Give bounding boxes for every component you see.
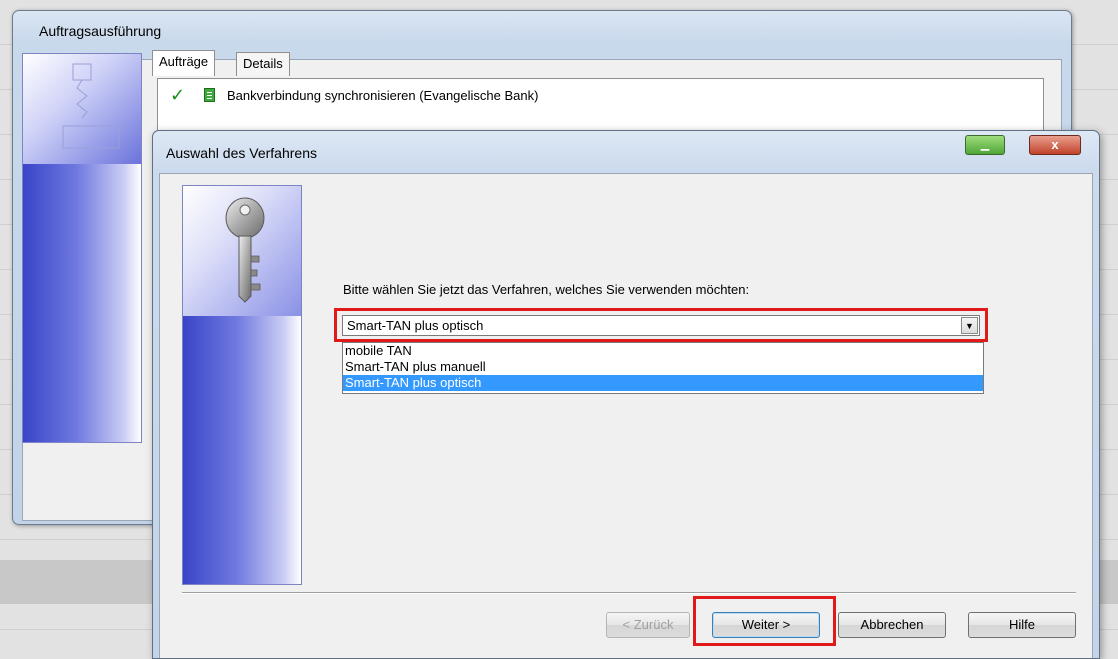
minimize-button[interactable]: ▁ xyxy=(965,135,1005,155)
option-smart-tan-manual[interactable]: Smart-TAN plus manuell xyxy=(343,359,983,375)
back-button[interactable]: < Zurück xyxy=(606,612,690,638)
cancel-button[interactable]: Abbrechen xyxy=(838,612,946,638)
key-icon xyxy=(225,197,265,303)
tab-details-label: Details xyxy=(243,56,283,71)
chevron-down-icon[interactable]: ▼ xyxy=(961,317,978,334)
list-item[interactable]: ✓ Bankverbindung synchronisieren (Evange… xyxy=(170,85,538,105)
combobox-value: Smart-TAN plus optisch xyxy=(347,318,484,333)
option-smart-tan-optical[interactable]: Smart-TAN plus optisch xyxy=(343,375,983,391)
dialog-art-top xyxy=(183,186,301,316)
dialog-side-image xyxy=(182,185,302,585)
help-button[interactable]: Hilfe xyxy=(968,612,1076,638)
tab-details[interactable]: Details xyxy=(236,52,290,76)
tab-orders[interactable]: Aufträge xyxy=(152,50,216,76)
dialog-title: Auswahl des Verfahrens xyxy=(166,145,317,161)
window-title: Auftragsausführung xyxy=(39,23,162,39)
check-icon: ✓ xyxy=(170,84,186,105)
option-mobile-tan[interactable]: mobile TAN xyxy=(343,343,983,359)
close-icon: x xyxy=(1051,137,1059,152)
procedure-dropdown-list: mobile TAN Smart-TAN plus manuell Smart-… xyxy=(342,342,984,394)
minimize-icon: ▁ xyxy=(980,139,990,151)
prompt-text: Bitte wählen Sie jetzt das Verfahren, we… xyxy=(343,282,750,297)
document-icon xyxy=(204,88,215,102)
wizard-side-image xyxy=(22,53,142,443)
list-item-text: Bankverbindung synchronisieren (Evangeli… xyxy=(227,87,539,103)
tab-orders-label: Aufträge xyxy=(159,54,209,69)
button-separator xyxy=(182,592,1076,594)
procedure-combobox[interactable]: Smart-TAN plus optisch ▼ xyxy=(342,315,980,336)
wizard-art-top xyxy=(23,54,141,164)
flowchart-icon xyxy=(62,63,120,149)
next-button[interactable]: Weiter > xyxy=(712,612,820,638)
close-button[interactable]: x xyxy=(1029,135,1081,155)
